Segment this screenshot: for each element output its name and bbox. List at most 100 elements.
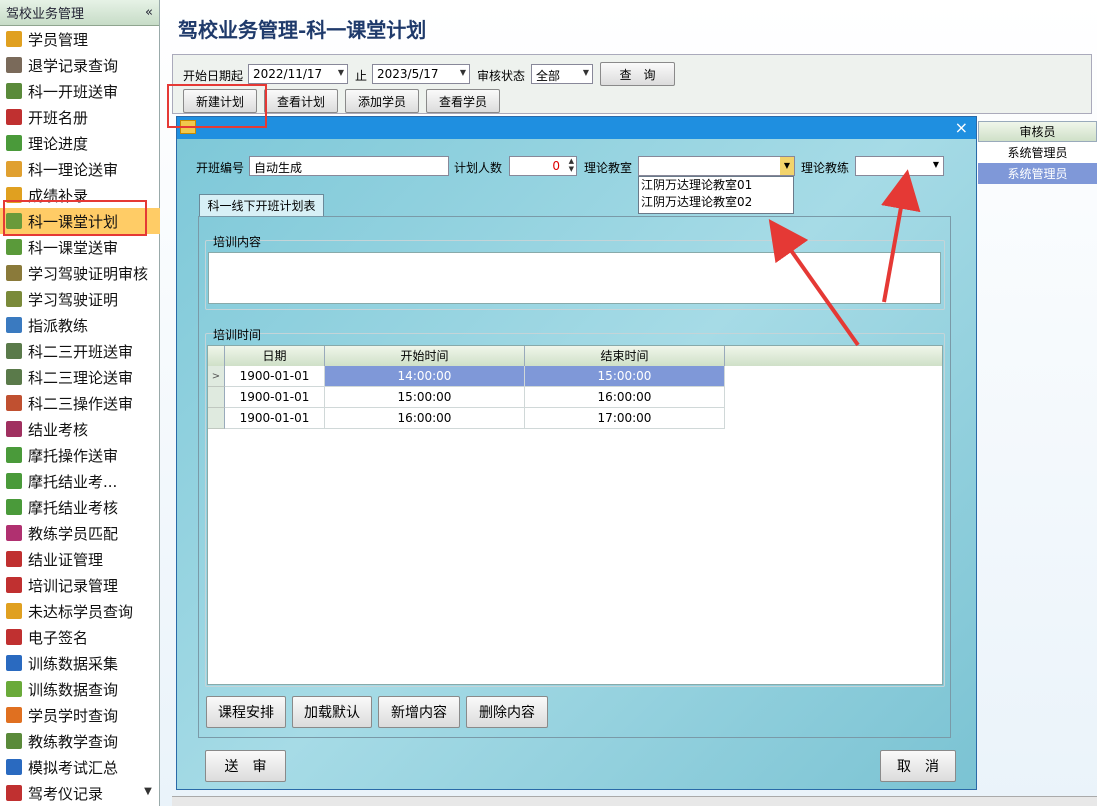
cell-end-time[interactable]: 16:00:00 <box>525 387 725 408</box>
sidebar-item[interactable]: 科一理论送审 <box>0 156 160 182</box>
sidebar-item[interactable]: 科二三理论送审 <box>0 364 160 390</box>
table-row[interactable]: 系统管理员 <box>978 142 1097 163</box>
schedule-button[interactable]: 课程安排 <box>206 696 286 728</box>
sidebar-item[interactable]: 结业证管理 <box>0 546 160 572</box>
sidebar-item[interactable]: 学习驾驶证明审核 <box>0 260 160 286</box>
to-label: 止 <box>355 69 368 83</box>
cell-start-time[interactable]: 15:00:00 <box>325 387 525 408</box>
people-icon <box>6 317 22 333</box>
monitor-icon <box>6 655 22 671</box>
class-no-field[interactable]: 自动生成 <box>249 156 449 176</box>
sidebar-item-label: 摩托操作送审 <box>28 446 119 465</box>
cancel-button[interactable]: 取 消 <box>880 750 956 782</box>
sidebar-item[interactable]: 科一开班送审 <box>0 78 160 104</box>
sidebar-item[interactable]: 未达标学员查询 <box>0 598 160 624</box>
sidebar-item-label: 结业考核 <box>28 420 89 439</box>
sidebar-item[interactable]: 驾考仪记录 <box>0 780 160 806</box>
table-row[interactable]: 1900-01-01 16:00:00 17:00:00 <box>208 408 725 429</box>
sidebar-item[interactable]: 学习驾驶证明 <box>0 286 160 312</box>
classroom-label: 理论教室 <box>584 161 633 175</box>
sidebar-item[interactable]: 学员管理 <box>0 26 160 52</box>
add-content-button[interactable]: 新增内容 <box>378 696 460 728</box>
form-icon <box>6 239 22 255</box>
sidebar-item[interactable]: 科二三操作送审 <box>0 390 160 416</box>
coach-select[interactable]: ▼ <box>855 156 944 176</box>
sidebar-item[interactable]: 电子签名 <box>0 624 160 650</box>
query-button[interactable]: 查 询 <box>600 62 675 86</box>
sidebar-item-label: 驾考仪记录 <box>28 784 104 803</box>
classroom-select[interactable]: ▼ <box>638 156 795 176</box>
scroll-down-icon[interactable]: ▼ <box>141 786 155 802</box>
row-header <box>208 408 225 429</box>
close-icon[interactable]: × <box>955 118 968 137</box>
plan-count-label: 计划人数 <box>454 161 503 175</box>
certificate-icon <box>6 291 22 307</box>
collapse-icon[interactable]: « <box>145 5 153 20</box>
cell-date[interactable]: 1900-01-01 <box>225 408 325 429</box>
plan-count-stepper[interactable]: 0 ▲ ▼ <box>509 156 577 176</box>
sidebar-item[interactable]: 科二三开班送审 <box>0 338 160 364</box>
cell-date[interactable]: 1900-01-01 <box>225 387 325 408</box>
document-icon <box>6 83 22 99</box>
status-select[interactable]: 全部 ▼ <box>531 64 593 84</box>
table-row[interactable]: > 1900-01-01 14:00:00 15:00:00 <box>208 366 725 387</box>
sidebar-item[interactable]: 摩托操作送审 <box>0 442 160 468</box>
cell-start-time[interactable]: 14:00:00 <box>325 366 525 387</box>
sidebar-item-label: 未达标学员查询 <box>28 602 134 621</box>
delete-content-button[interactable]: 删除内容 <box>466 696 548 728</box>
table-row[interactable]: 1900-01-01 15:00:00 16:00:00 <box>208 387 725 408</box>
tab-offline-plan[interactable]: 科一线下开班计划表 <box>199 194 324 217</box>
sidebar-item[interactable]: 训练数据采集 <box>0 650 160 676</box>
sidebar-item-label: 科一课堂送审 <box>28 238 119 257</box>
sidebar-item[interactable]: 指派教练 <box>0 312 160 338</box>
sidebar-item-label: 科一开班送审 <box>28 82 119 101</box>
classroom-option[interactable]: 江阴万达理论教室02 <box>639 194 793 211</box>
sidebar-title: 驾校业务管理 <box>6 7 85 22</box>
column-header-date[interactable]: 日期 <box>225 346 325 366</box>
sidebar-item[interactable]: 开班名册 <box>0 104 160 130</box>
cell-start-time[interactable]: 16:00:00 <box>325 408 525 429</box>
list-icon <box>6 551 22 567</box>
sidebar-item-label: 科二三操作送审 <box>28 394 134 413</box>
column-header-end[interactable]: 结束时间 <box>525 346 725 366</box>
view-student-button[interactable]: 查看学员 <box>426 89 500 113</box>
magnifier-icon <box>6 707 22 723</box>
submit-button[interactable]: 送 审 <box>205 750 286 782</box>
stepper-arrows-icon[interactable]: ▲ ▼ <box>569 157 574 173</box>
sidebar-item-label: 培训记录管理 <box>28 576 119 595</box>
sidebar-item[interactable]: 科一课堂送审 <box>0 234 160 260</box>
sidebar-item[interactable]: 理论进度 <box>0 130 160 156</box>
content-group-title: 培训内容 <box>213 235 262 249</box>
sidebar-item[interactable]: 结业考核 <box>0 416 160 442</box>
status-bar <box>172 796 1097 806</box>
sidebar-item[interactable]: 摩托结业考... <box>0 468 160 494</box>
coach-label: 理论教练 <box>801 161 850 175</box>
cell-end-time[interactable]: 17:00:00 <box>525 408 725 429</box>
chevron-down-icon: ▼ <box>932 160 939 169</box>
content-textarea[interactable] <box>208 252 941 304</box>
sidebar-list: 学员管理 退学记录查询 科一开班送审 开班名册 理论进度 科一理论送审 成绩补录 科一课堂计划… <box>0 26 160 806</box>
sidebar-item[interactable]: 培训记录管理 <box>0 572 160 598</box>
sidebar-item[interactable]: 摩托结业考核 <box>0 494 160 520</box>
sidebar-item[interactable]: 学员学时查询 <box>0 702 160 728</box>
sidebar-item-label: 训练数据采集 <box>28 654 119 673</box>
table-row[interactable]: 系统管理员 <box>978 163 1097 184</box>
classroom-option[interactable]: 江阴万达理论教室01 <box>639 177 793 194</box>
sidebar-item[interactable]: 训练数据查询 <box>0 676 160 702</box>
end-date-picker[interactable]: 2023/5/17 ▼ <box>372 64 470 84</box>
cell-end-time[interactable]: 15:00:00 <box>525 366 725 387</box>
column-header-start[interactable]: 开始时间 <box>325 346 525 366</box>
sidebar-item[interactable]: 退学记录查询 <box>0 52 160 78</box>
list-icon <box>6 577 22 593</box>
start-date-picker[interactable]: 2022/11/17 ▼ <box>248 64 348 84</box>
sidebar-item[interactable]: 模拟考试汇总 <box>0 754 160 780</box>
message-icon <box>6 681 22 697</box>
sidebar-item[interactable]: 教练学员匹配 <box>0 520 160 546</box>
cell-date[interactable]: 1900-01-01 <box>225 366 325 387</box>
chevron-down-icon[interactable]: ▼ <box>780 157 794 175</box>
sidebar-item[interactable]: 教练教学查询 <box>0 728 160 754</box>
match-icon <box>6 525 22 541</box>
view-plan-button[interactable]: 查看计划 <box>264 89 338 113</box>
load-default-button[interactable]: 加载默认 <box>292 696 372 728</box>
add-student-button[interactable]: 添加学员 <box>345 89 419 113</box>
